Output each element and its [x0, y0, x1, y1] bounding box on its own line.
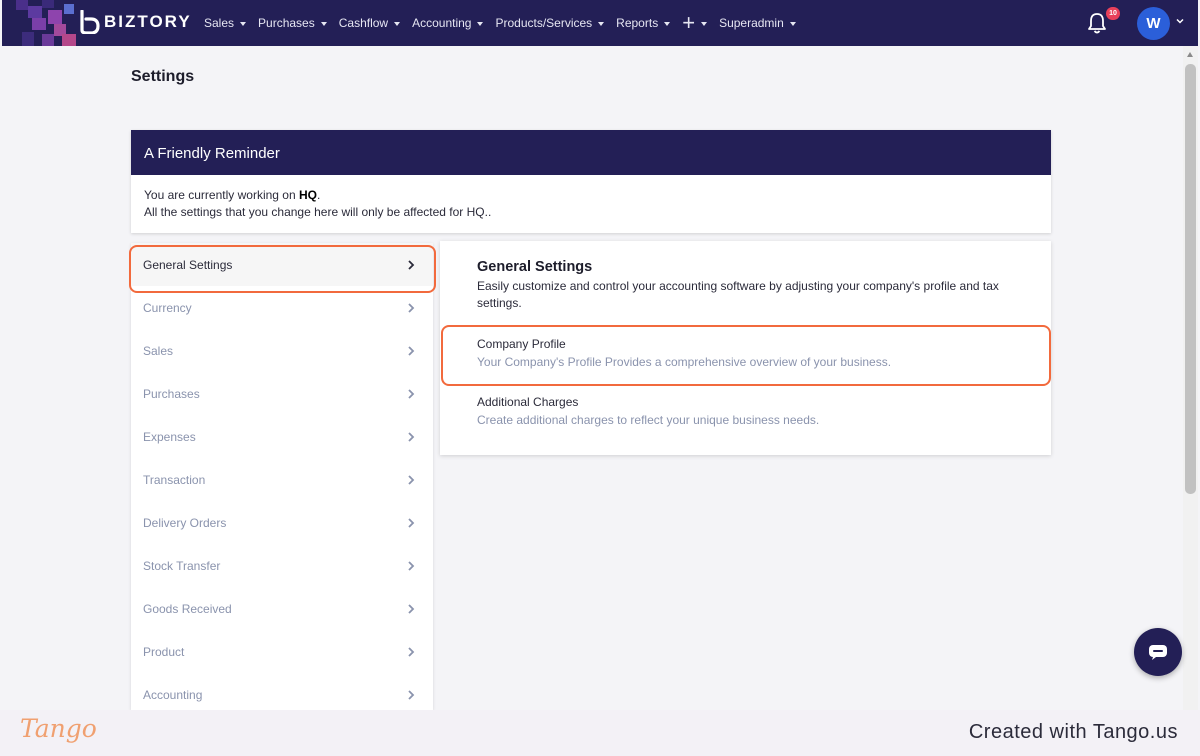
- chevron-right-icon: [408, 518, 415, 528]
- quick-add-menu[interactable]: +: [682, 10, 708, 35]
- chevron-right-icon: [408, 604, 415, 614]
- menu-sales[interactable]: Sales: [204, 16, 247, 30]
- company-profile-title: Company Profile: [477, 337, 566, 351]
- chevron-right-icon: [408, 561, 415, 571]
- sidebar-item-product[interactable]: Product: [131, 631, 433, 674]
- tango-footer: Tango Created with Tango.us: [0, 710, 1200, 756]
- menu-cashflow[interactable]: Cashflow: [338, 16, 401, 30]
- biztory-logo-icon: [80, 10, 100, 34]
- additional-charges-title: Additional Charges: [477, 395, 579, 409]
- brand-logo[interactable]: BIZTORY: [78, 10, 192, 34]
- brand-name: BIZTORY: [104, 12, 192, 31]
- menu-reports[interactable]: Reports: [616, 16, 671, 30]
- additional-charges-option[interactable]: Additional Charges Create additional cha…: [477, 395, 819, 427]
- main-menu: Sales Purchases Cashflow Accounting Prod…: [204, 0, 808, 46]
- chevron-right-icon: [408, 389, 415, 399]
- additional-charges-description: Create additional charges to reflect you…: [477, 413, 820, 427]
- chevron-right-icon: [408, 432, 415, 442]
- sidebar-item-label: Stock Transfer: [143, 559, 221, 574]
- sidebar-item-label: Accounting: [143, 688, 203, 703]
- sidebar-item-goods-received[interactable]: Goods Received: [131, 588, 433, 631]
- menu-user-role[interactable]: Superadmin: [719, 16, 796, 30]
- sidebar-item-label: Goods Received: [143, 602, 232, 617]
- chat-button[interactable]: [1134, 628, 1182, 676]
- panel-title: General Settings: [477, 259, 593, 275]
- sidebar-item-transaction[interactable]: Transaction: [131, 458, 433, 501]
- tango-logo: Tango: [20, 714, 97, 743]
- scroll-thumb[interactable]: [1185, 64, 1196, 494]
- chevron-right-icon: [408, 475, 415, 485]
- branch-name: HQ: [298, 188, 317, 202]
- menu-accounting[interactable]: Accounting: [412, 16, 484, 30]
- settings-sidebar: General Settings Currency Sales Purchases Ex…: [131, 243, 433, 710]
- sidebar-item-label: Purchases: [143, 386, 200, 401]
- menu-purchases-label: Purchases: [258, 16, 315, 30]
- chevron-down-icon: [598, 22, 605, 26]
- sidebar-item-purchases[interactable]: Purchases: [131, 372, 433, 415]
- chevron-down-icon: [789, 22, 796, 26]
- sidebar-item-general-settings[interactable]: General Settings: [131, 243, 433, 287]
- reminder-title: A Friendly Reminder: [131, 130, 1051, 175]
- top-navbar: BIZTORY Sales Purchases Cashflow Account…: [2, 0, 1198, 46]
- menu-products-services-label: Products/Services: [495, 16, 593, 30]
- chevron-down-icon: [394, 22, 401, 26]
- scroll-up-arrow-icon[interactable]: [1187, 52, 1193, 57]
- chevron-down-icon: [477, 22, 484, 26]
- chevron-down-icon[interactable]: [1176, 17, 1184, 25]
- chevron-right-icon: [408, 259, 415, 270]
- notification-badge: 10: [1106, 7, 1120, 20]
- page-scrollbar[interactable]: [1183, 46, 1198, 710]
- menu-reports-label: Reports: [616, 16, 659, 30]
- menu-purchases[interactable]: Purchases: [258, 16, 327, 30]
- sidebar-item-expenses[interactable]: Expenses: [131, 415, 433, 458]
- sidebar-item-accounting[interactable]: Accounting: [131, 674, 433, 710]
- menu-cashflow-label: Cashflow: [338, 16, 389, 30]
- chevron-down-icon: [701, 22, 708, 26]
- chevron-right-icon: [408, 346, 415, 356]
- user-role-label: Superadmin: [719, 16, 784, 30]
- sidebar-item-label: Expenses: [143, 429, 196, 444]
- sidebar-item-sales[interactable]: Sales: [131, 329, 433, 372]
- menu-products-services[interactable]: Products/Services: [495, 16, 605, 30]
- chevron-down-icon: [240, 22, 247, 26]
- chevron-down-icon: [664, 22, 671, 26]
- reminder-line-1-suffix: .: [316, 188, 321, 202]
- reminder-line-1: You are currently working on HQ.: [144, 187, 1038, 204]
- chevron-down-icon: [320, 22, 327, 26]
- sidebar-item-delivery-orders[interactable]: Delivery Orders: [131, 502, 433, 545]
- sidebar-item-label: Currency: [143, 300, 192, 315]
- sidebar-item-stock-transfer[interactable]: Stock Transfer: [131, 545, 433, 588]
- sidebar-item-label: Product: [143, 645, 185, 660]
- sidebar-item-label: Sales: [143, 343, 174, 358]
- sidebar-item-label: Delivery Orders: [143, 516, 227, 531]
- created-with-text: Created with Tango.us: [968, 721, 1178, 743]
- sidebar-item-label: Transaction: [143, 473, 206, 488]
- menu-accounting-label: Accounting: [412, 16, 472, 30]
- general-settings-panel: General Settings Easily customize and co…: [440, 241, 1051, 455]
- plus-icon: +: [682, 10, 696, 35]
- page-title: Settings: [131, 68, 195, 85]
- reminder-line-2: All the settings that you change here wi…: [144, 205, 492, 219]
- chevron-right-icon: [408, 303, 415, 313]
- sidebar-item-currency[interactable]: Currency: [131, 286, 433, 329]
- avatar[interactable]: W: [1137, 7, 1170, 40]
- bell-icon[interactable]: [1086, 11, 1108, 35]
- sidebar-item-label: General Settings: [143, 257, 233, 272]
- chevron-right-icon: [408, 690, 415, 701]
- reminder-body: You are currently working on HQ. All the…: [131, 175, 1051, 221]
- reminder-card: A Friendly Reminder You are currently wo…: [131, 130, 1051, 233]
- panel-description: Easily customize and control your accoun…: [477, 279, 999, 310]
- menu-sales-label: Sales: [204, 16, 235, 30]
- chat-icon: [1149, 645, 1167, 660]
- company-profile-option[interactable]: Company Profile Your Company's Profile P…: [477, 337, 891, 369]
- chevron-right-icon: [408, 647, 415, 658]
- company-profile-description: Your Company's Profile Provides a compre…: [477, 355, 892, 369]
- reminder-line-1-prefix: You are currently working on: [144, 188, 299, 202]
